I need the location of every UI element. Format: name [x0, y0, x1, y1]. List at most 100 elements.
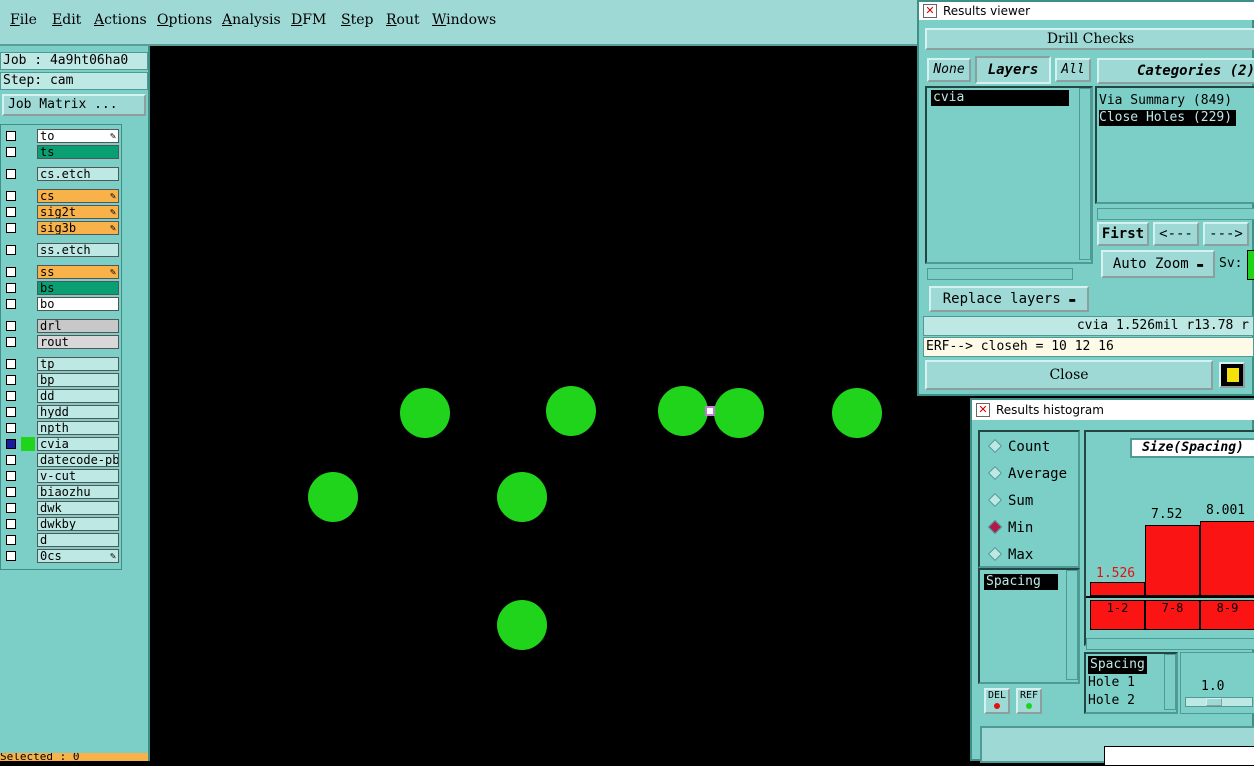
replace-layers-dropdown[interactable]: Replace layers ▬ [929, 286, 1089, 312]
ref-button[interactable]: REF [1016, 688, 1042, 714]
layer-row-dwkby[interactable]: dwkby [5, 517, 119, 531]
field-list-scrollbar[interactable] [1066, 570, 1078, 680]
menu-file[interactable]: File [10, 12, 37, 28]
job-matrix-button[interactable]: Job Matrix ... [2, 94, 146, 116]
layer-row-ss[interactable]: ss ✎ [5, 265, 119, 279]
layer-checkbox[interactable] [6, 207, 16, 217]
menu-options[interactable]: Options [157, 12, 212, 28]
layer-checkbox[interactable] [6, 503, 16, 513]
first-button[interactable]: First [1097, 222, 1149, 246]
histogram-hscroll[interactable] [1086, 638, 1254, 650]
layer-row-rout[interactable]: rout [5, 335, 119, 349]
layer-checkbox[interactable] [6, 375, 16, 385]
category-item[interactable]: Via Summary (849) [1099, 92, 1232, 110]
layer-name: npth [37, 421, 119, 435]
window-icon[interactable]: ✕ [923, 4, 937, 18]
layer-checkbox[interactable] [6, 299, 16, 309]
viewer-tool-icon[interactable] [1219, 362, 1245, 388]
window-icon[interactable]: ✕ [976, 403, 990, 417]
layer-row-bp[interactable]: bp [5, 373, 119, 387]
field-list-item[interactable]: Spacing [984, 574, 1058, 590]
detail-hole1[interactable]: Hole 1 [1088, 674, 1135, 692]
category-item-selected[interactable]: Close Holes (229) [1099, 110, 1237, 126]
mode-min[interactable]: Min [987, 519, 1033, 537]
mode-max[interactable]: Max [987, 546, 1033, 564]
layer-row-hydd[interactable]: hydd [5, 405, 119, 419]
layer-row-dwk[interactable]: dwk [5, 501, 119, 515]
auto-zoom-dropdown[interactable]: Auto Zoom ▬ [1101, 250, 1215, 278]
layer-row-drl[interactable]: drl [5, 319, 119, 333]
layer-checkbox[interactable] [6, 321, 16, 331]
histogram-bar[interactable] [1200, 520, 1254, 596]
layer-checkbox[interactable] [6, 283, 16, 293]
mode-sum[interactable]: Sum [987, 492, 1033, 510]
layer-row-datecode-pbe[interactable]: datecode-pbe [5, 453, 119, 467]
layer-list-scrollbar[interactable] [1079, 88, 1091, 260]
menu-dfm[interactable]: DFM [291, 12, 326, 28]
menu-edit[interactable]: Edit [52, 12, 81, 28]
layer-checkbox[interactable] [6, 519, 16, 529]
mode-count[interactable]: Count [987, 438, 1050, 456]
mode-average[interactable]: Average [987, 465, 1067, 483]
layer-checkbox[interactable] [6, 337, 16, 347]
none-button[interactable]: None [927, 58, 971, 82]
prev-button[interactable]: <--- [1153, 222, 1199, 246]
layers-button[interactable]: Layers [975, 56, 1051, 84]
layer-name: hydd [37, 405, 119, 419]
layer-checkbox[interactable] [6, 551, 16, 561]
layer-checkbox[interactable] [6, 147, 16, 157]
layer-list-hscroll[interactable] [927, 268, 1073, 280]
layer-row-bo[interactable]: bo [5, 297, 119, 311]
scale-slider-thumb[interactable] [1206, 698, 1222, 706]
layer-checkbox[interactable] [6, 423, 16, 433]
layer-row-v-cut[interactable]: v-cut [5, 469, 119, 483]
histogram-bar[interactable] [1145, 525, 1200, 596]
layer-checkbox[interactable] [6, 471, 16, 481]
layer-row-bs[interactable]: bs [5, 281, 119, 295]
layer-checkbox[interactable] [6, 169, 16, 179]
layer-row-d[interactable]: d [5, 533, 119, 547]
layer-row-sig2t[interactable]: sig2t ✎ [5, 205, 119, 219]
detail-spacing[interactable]: Spacing [1088, 656, 1147, 674]
layer-row-cvia[interactable]: cvia [5, 437, 119, 451]
categories-hscroll[interactable] [1097, 208, 1254, 220]
layer-row-ss.etch[interactable]: ss.etch [5, 243, 119, 257]
menu-actions[interactable]: Actions [94, 12, 147, 28]
menu-rout[interactable]: Rout [386, 12, 420, 28]
layer-row-0cs[interactable]: 0cs ✎ [5, 549, 119, 563]
layer-row-cs[interactable]: cs ✎ [5, 189, 119, 203]
layer-checkbox[interactable] [6, 455, 16, 465]
layer-list-item[interactable]: cvia [931, 90, 1069, 106]
histogram-bar[interactable] [1090, 581, 1145, 596]
layer-row-ts[interactable]: ts [5, 145, 119, 159]
del-button[interactable]: DEL [984, 688, 1010, 714]
detail-hole2[interactable]: Hole 2 [1088, 692, 1135, 710]
menu-step[interactable]: Step [341, 12, 373, 28]
layer-checkbox[interactable] [6, 223, 16, 233]
layer-checkbox[interactable] [6, 131, 16, 141]
layer-checkbox[interactable] [6, 267, 16, 277]
graphic-canvas[interactable] [152, 48, 922, 761]
layer-row-sig3b[interactable]: sig3b ✎ [5, 221, 119, 235]
scale-slider[interactable] [1185, 697, 1253, 707]
layer-checkbox[interactable] [6, 245, 16, 255]
close-button[interactable]: Close [925, 360, 1213, 390]
layer-row-dd[interactable]: dd [5, 389, 119, 403]
layer-checkbox[interactable] [6, 407, 16, 417]
layer-row-to[interactable]: to ✎ [5, 129, 119, 143]
layer-checkbox[interactable] [6, 535, 16, 545]
layer-checkbox[interactable] [6, 439, 16, 449]
layer-checkbox[interactable] [6, 359, 16, 369]
all-button[interactable]: All [1055, 58, 1091, 82]
menu-analysis[interactable]: Analysis [222, 12, 281, 28]
layer-row-cs.etch[interactable]: cs.etch [5, 167, 119, 181]
layer-checkbox[interactable] [6, 487, 16, 497]
menu-windows[interactable]: Windows [432, 12, 496, 28]
layer-row-tp[interactable]: tp [5, 357, 119, 371]
layer-checkbox[interactable] [6, 391, 16, 401]
layer-row-biaozhu[interactable]: biaozhu [5, 485, 119, 499]
details-scrollbar[interactable] [1164, 654, 1176, 710]
layer-row-npth[interactable]: npth [5, 421, 119, 435]
next-button[interactable]: ---> [1203, 222, 1249, 246]
layer-checkbox[interactable] [6, 191, 16, 201]
